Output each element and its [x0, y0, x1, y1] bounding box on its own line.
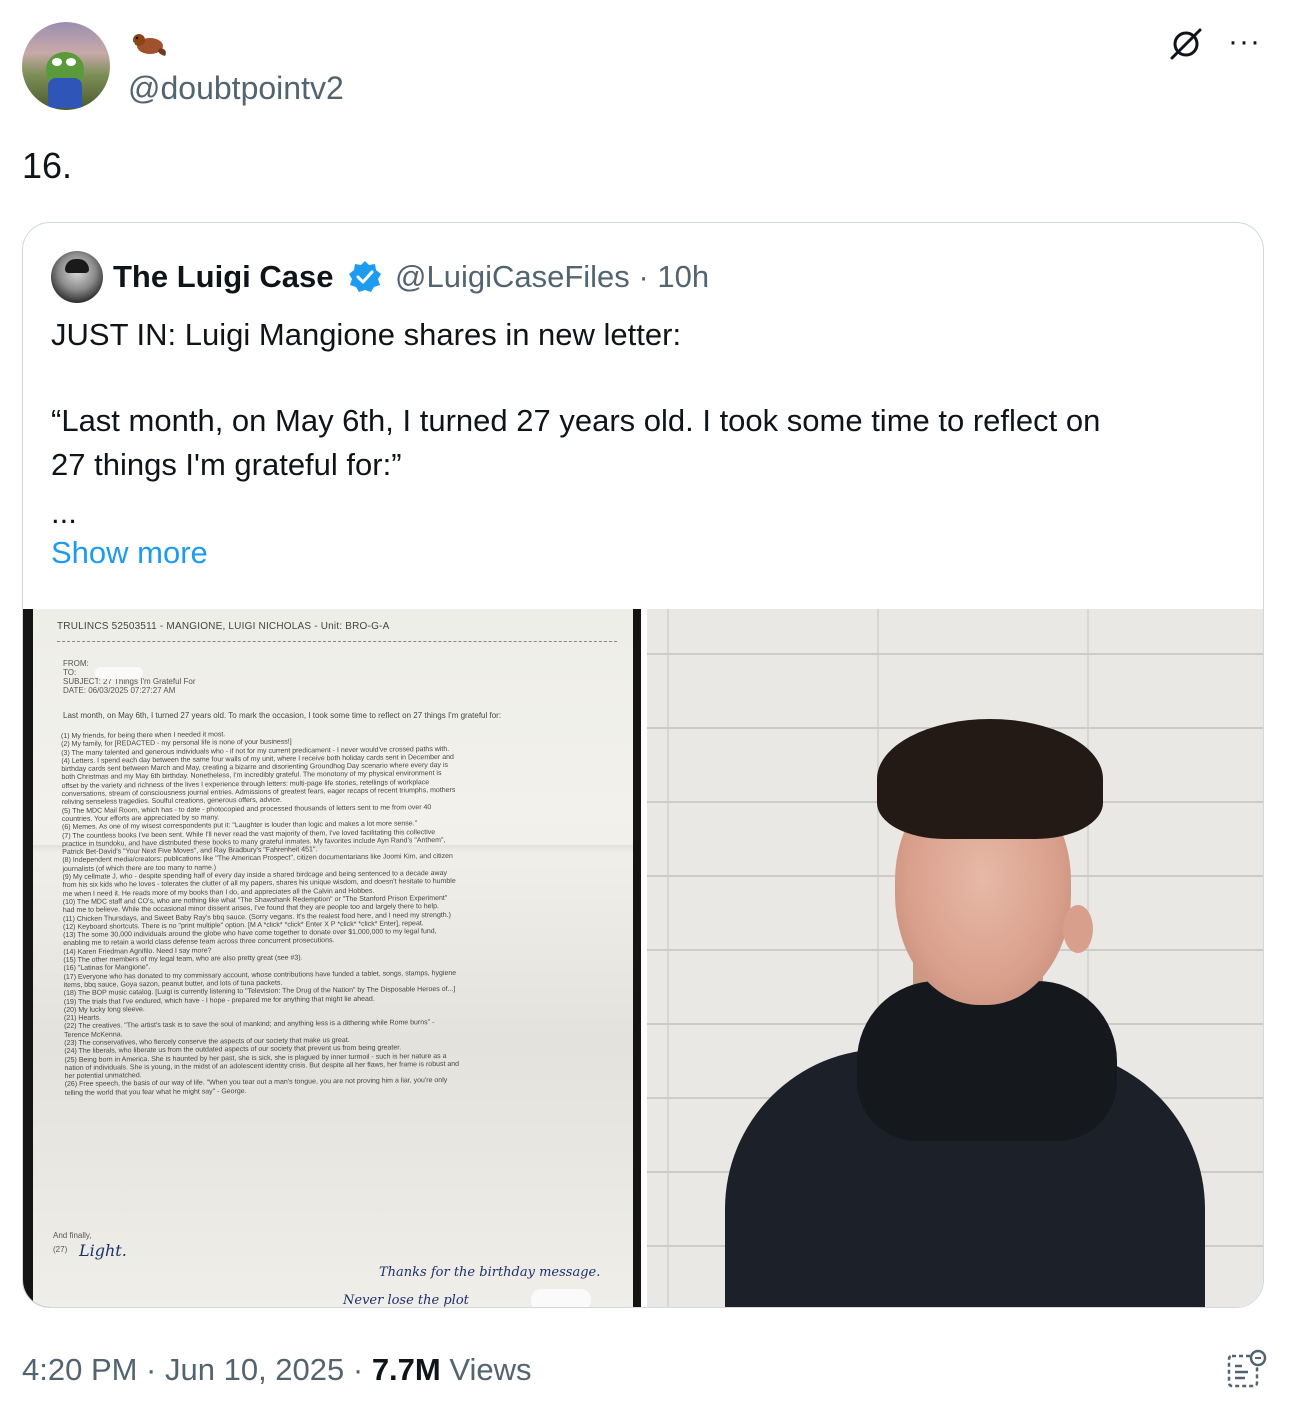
quoted-text-ellipsis: ... [51, 495, 77, 530]
quoted-text-line-3: 27 things I'm grateful for:” [51, 447, 402, 482]
show-more-link[interactable]: Show more [51, 535, 208, 571]
views-count: 7.7M [371, 1352, 441, 1387]
quoted-author-name[interactable]: The Luigi Case [113, 259, 333, 295]
letter-handwritten-note-2: Never lose the plot [343, 1293, 469, 1308]
verified-badge-icon [349, 261, 381, 292]
quoted-text-line-1: JUST IN: Luigi Mangione shares in new le… [51, 317, 682, 352]
post-timestamp-views: 4:20 PM · Jun 10, 2025 · 7.7M Views [22, 1352, 531, 1388]
paper-fold [33, 845, 633, 853]
ear [1063, 905, 1093, 953]
redaction-blur [531, 1289, 591, 1307]
author-avatar[interactable] [22, 22, 110, 110]
hair [877, 719, 1103, 839]
scarf [857, 981, 1117, 1141]
letter-photo[interactable]: TRULINCS 52503511 - MANGIONE, LUIGI NICH… [23, 609, 641, 1308]
redaction-blur [95, 667, 143, 679]
letter-item-27-text: Light. [79, 1241, 127, 1260]
letter-divider [57, 641, 617, 642]
letter-date: DATE: 06/03/2025 07:27:27 AM [63, 686, 176, 695]
more-icon[interactable]: ··· [1228, 27, 1264, 57]
grok-icon[interactable] [1168, 26, 1204, 62]
author-handle[interactable]: @doubtpointv2 [128, 70, 344, 107]
post-timestamp[interactable]: 4:20 PM · Jun 10, 2025 · [22, 1352, 372, 1387]
letter-paper: TRULINCS 52503511 - MANGIONE, LUIGI NICH… [33, 609, 633, 1308]
letter-finally: And finally, [53, 1231, 92, 1240]
letter-items: (1) My friends, for being there when I n… [61, 727, 613, 1098]
beaver-icon [132, 34, 166, 56]
quoted-text-line-2: “Last month, on May 6th, I turned 27 yea… [51, 403, 1101, 438]
quoted-author-avatar[interactable] [51, 251, 103, 303]
analytics-icon[interactable] [1226, 1348, 1268, 1390]
quoted-handle-time[interactable]: @LuigiCaseFiles · 10h [395, 259, 709, 295]
post-text: 16. [22, 145, 73, 186]
letter-handwritten-note-1: Thanks for the birthday message. [379, 1265, 601, 1280]
letter-header: TRULINCS 52503511 - MANGIONE, LUIGI NICH… [57, 621, 390, 632]
quoted-post-card[interactable]: The Luigi Case @LuigiCaseFiles · 10h JUS… [22, 222, 1264, 1308]
letter-intro: Last month, on May 6th, I turned 27 year… [63, 711, 502, 720]
avatar-figure-body [48, 78, 82, 108]
portrait-photo[interactable] [647, 609, 1263, 1307]
views-label: Views [440, 1352, 532, 1387]
letter-item-27-number: (27) [53, 1245, 68, 1254]
